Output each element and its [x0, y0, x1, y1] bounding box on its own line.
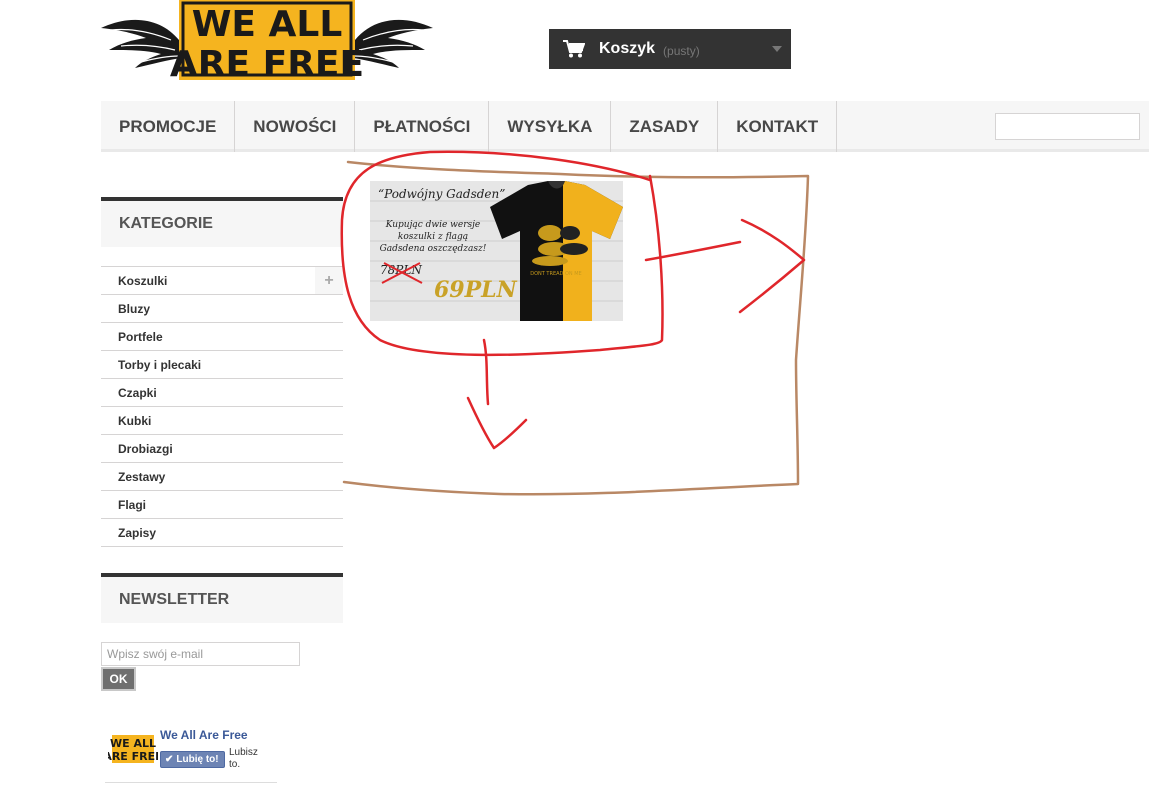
expand-plus-icon[interactable]: + — [315, 267, 343, 294]
check-icon: ✔ — [165, 754, 174, 765]
cart-label: Koszyk — [599, 40, 656, 57]
facebook-like-status: Lubisz to. — [229, 747, 258, 770]
category-item[interactable]: Portfele — [101, 323, 343, 351]
facebook-widget: WE ALL ARE FREE We All Are Free ✔ Lubię … — [105, 725, 277, 783]
shirt-text: DONT TREAD ON ME — [530, 271, 581, 277]
facebook-page-logo[interactable]: WE ALL ARE FREE — [108, 733, 158, 765]
logo-text-line1: WE ALL — [192, 4, 343, 45]
menu-item-platnosci[interactable]: PŁATNOŚCI — [355, 101, 490, 152]
category-list: Koszulki + Bluzy Portfele Torby i plecaki… — [101, 266, 343, 547]
main-menu: PROMOCJE NOWOŚCI PŁATNOŚCI WYSYŁKA ZASAD… — [101, 101, 1149, 152]
banner-new-price: 69PLN — [434, 277, 517, 303]
facebook-like-button[interactable]: ✔ Lubię to! — [160, 751, 225, 768]
category-item[interactable]: Czapki — [101, 379, 343, 407]
newsletter-email-field[interactable]: Wpisz swój e-mail — [101, 642, 300, 666]
cart-status: (pusty) — [663, 43, 700, 58]
category-item[interactable]: Zestawy — [101, 463, 343, 491]
shop-page: WE ALL ARE FREE Koszyk (pusty) PROMOCJE … — [0, 0, 1165, 788]
menu-item-nowosci[interactable]: NOWOŚCI — [235, 101, 356, 152]
newsletter-submit-button[interactable]: OK — [101, 667, 136, 691]
newsletter-title: NEWSLETTER — [101, 573, 343, 623]
menu-item-kontakt[interactable]: KONTAKT — [718, 101, 838, 152]
site-logo[interactable]: WE ALL ARE FREE — [101, 0, 433, 82]
logo-text-line2: ARE FREE — [170, 44, 364, 82]
facebook-like-label: Lubię to! — [176, 754, 219, 765]
menu-item-promocje[interactable]: PROMOCJE — [101, 101, 236, 152]
promo-banner[interactable]: DONT TREAD ON ME “Podwójny Gadsden” Kupu… — [370, 181, 623, 321]
fb-logo-line2: ARE FREE — [108, 750, 158, 763]
search-input[interactable] — [995, 113, 1140, 140]
category-item[interactable]: Bluzy — [101, 295, 343, 323]
category-item[interactable]: Drobiazgi — [101, 435, 343, 463]
facebook-page-name[interactable]: We All Are Free — [160, 728, 248, 742]
strikethrough-mark — [381, 262, 423, 284]
banner-title: “Podwójny Gadsden” — [378, 187, 506, 201]
category-item[interactable]: Kubki — [101, 407, 343, 435]
menu-item-zasady[interactable]: ZASADY — [611, 101, 719, 152]
category-item[interactable]: Koszulki + — [101, 267, 343, 295]
banner-description: Kupując dwie wersje koszulki z flagą Gad… — [379, 220, 487, 254]
cart-icon — [563, 40, 585, 58]
categories-title: KATEGORIE — [101, 197, 343, 247]
category-item[interactable]: Zapisy — [101, 519, 343, 547]
fb-logo-line1: WE ALL — [110, 737, 156, 750]
category-label: Koszulki — [118, 273, 168, 288]
menu-item-wysylka[interactable]: WYSYŁKA — [489, 101, 612, 152]
chevron-down-icon[interactable] — [772, 46, 782, 52]
category-item[interactable]: Flagi — [101, 491, 343, 519]
category-item[interactable]: Torby i plecaki — [101, 351, 343, 379]
cart-button[interactable]: Koszyk (pusty) — [549, 29, 791, 69]
